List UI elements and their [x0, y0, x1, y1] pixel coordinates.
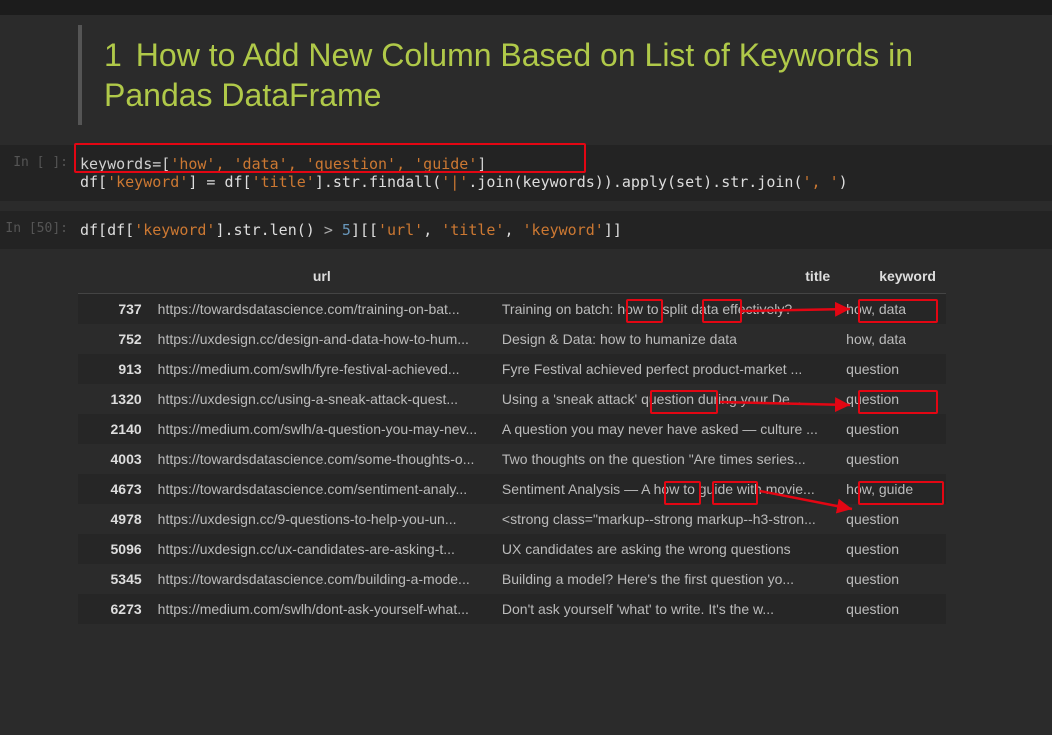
row-title: UX candidates are asking the wrong quest…	[494, 534, 838, 564]
row-title: Building a model? Here's the first quest…	[494, 564, 838, 594]
row-index: 752	[78, 324, 150, 354]
row-title: Two thoughts on the question "Are times …	[494, 444, 838, 474]
table-row: 5096https://uxdesign.cc/ux-candidates-ar…	[78, 534, 946, 564]
row-url: https://uxdesign.cc/9-questions-to-help-…	[150, 504, 494, 534]
row-keyword: question	[838, 354, 946, 384]
row-url: https://uxdesign.cc/design-and-data-how-…	[150, 324, 494, 354]
code-cell-1[interactable]: In [ ]: keywords=['how', 'data', 'questi…	[0, 145, 1052, 201]
heading-number: 1	[104, 37, 122, 73]
row-index: 1320	[78, 384, 150, 414]
row-index: 2140	[78, 414, 150, 444]
row-title: Don't ask yourself 'what' to write. It's…	[494, 594, 838, 624]
output-table: url title keyword 737https://towardsdata…	[78, 259, 946, 624]
cell2-code[interactable]: df[df['keyword'].str.len() > 5][['url', …	[78, 211, 1052, 249]
row-title: A question you may never have asked — cu…	[494, 414, 838, 444]
cell1-line2: df['keyword'] = df['title'].str.findall(…	[80, 173, 848, 191]
row-index: 5345	[78, 564, 150, 594]
heading-text: How to Add New Column Based on List of K…	[104, 37, 913, 113]
row-url: https://medium.com/swlh/dont-ask-yoursel…	[150, 594, 494, 624]
table-row: 1320https://uxdesign.cc/using-a-sneak-at…	[78, 384, 946, 414]
table-header-row: url title keyword	[78, 259, 946, 294]
cell2-prompt: In [50]:	[0, 211, 78, 249]
row-url: https://towardsdatascience.com/some-thou…	[150, 444, 494, 474]
row-url: https://uxdesign.cc/using-a-sneak-attack…	[150, 384, 494, 414]
row-index: 913	[78, 354, 150, 384]
row-url: https://uxdesign.cc/ux-candidates-are-as…	[150, 534, 494, 564]
row-index: 4003	[78, 444, 150, 474]
row-keyword: question	[838, 414, 946, 444]
row-keyword: question	[838, 384, 946, 414]
cell1-code[interactable]: keywords=['how', 'data', 'question', 'gu…	[78, 145, 1052, 201]
row-title: Design & Data: how to humanize data	[494, 324, 838, 354]
table-row: 4673https://towardsdatascience.com/senti…	[78, 474, 946, 504]
row-url: https://towardsdatascience.com/training-…	[150, 294, 494, 325]
table-row: 6273https://medium.com/swlh/dont-ask-you…	[78, 594, 946, 624]
heading-block: 1How to Add New Column Based on List of …	[0, 25, 1052, 125]
code-cell-2[interactable]: In [50]: df[df['keyword'].str.len() > 5]…	[0, 211, 1052, 249]
row-title: Training on batch: how to split data eff…	[494, 294, 838, 325]
row-url: https://medium.com/swlh/a-question-you-m…	[150, 414, 494, 444]
header-title: title	[494, 259, 838, 294]
table-row: 913https://medium.com/swlh/fyre-festival…	[78, 354, 946, 384]
row-index: 5096	[78, 534, 150, 564]
row-keyword: how, data	[838, 324, 946, 354]
table-row: 5345https://towardsdatascience.com/build…	[78, 564, 946, 594]
row-keyword: how, guide	[838, 474, 946, 504]
row-url: https://towardsdatascience.com/sentiment…	[150, 474, 494, 504]
row-index: 4673	[78, 474, 150, 504]
row-url: https://towardsdatascience.com/building-…	[150, 564, 494, 594]
row-title: Sentiment Analysis — A how to guide with…	[494, 474, 838, 504]
table-row: 2140https://medium.com/swlh/a-question-y…	[78, 414, 946, 444]
row-title: Using a 'sneak attack' question during y…	[494, 384, 838, 414]
row-index: 6273	[78, 594, 150, 624]
table-row: 752https://uxdesign.cc/design-and-data-h…	[78, 324, 946, 354]
heading-gutter	[0, 25, 78, 125]
row-title: <strong class="markup--strong markup--h3…	[494, 504, 838, 534]
header-url: url	[150, 259, 494, 294]
cell1-prompt: In [ ]:	[0, 145, 78, 201]
top-bar	[0, 0, 1052, 15]
row-keyword: question	[838, 594, 946, 624]
row-keyword: question	[838, 564, 946, 594]
table-row: 4003https://towardsdatascience.com/some-…	[78, 444, 946, 474]
table-row: 4978https://uxdesign.cc/9-questions-to-h…	[78, 504, 946, 534]
header-index	[78, 259, 150, 294]
row-url: https://medium.com/swlh/fyre-festival-ac…	[150, 354, 494, 384]
row-title: Fyre Festival achieved perfect product-m…	[494, 354, 838, 384]
row-keyword: question	[838, 534, 946, 564]
row-index: 737	[78, 294, 150, 325]
row-keyword: how, data	[838, 294, 946, 325]
output-table-wrap: url title keyword 737https://towardsdata…	[78, 259, 946, 624]
page-title: 1How to Add New Column Based on List of …	[104, 35, 1030, 115]
row-keyword: question	[838, 504, 946, 534]
table-row: 737https://towardsdatascience.com/traini…	[78, 294, 946, 325]
row-keyword: question	[838, 444, 946, 474]
row-index: 4978	[78, 504, 150, 534]
header-keyword: keyword	[838, 259, 946, 294]
